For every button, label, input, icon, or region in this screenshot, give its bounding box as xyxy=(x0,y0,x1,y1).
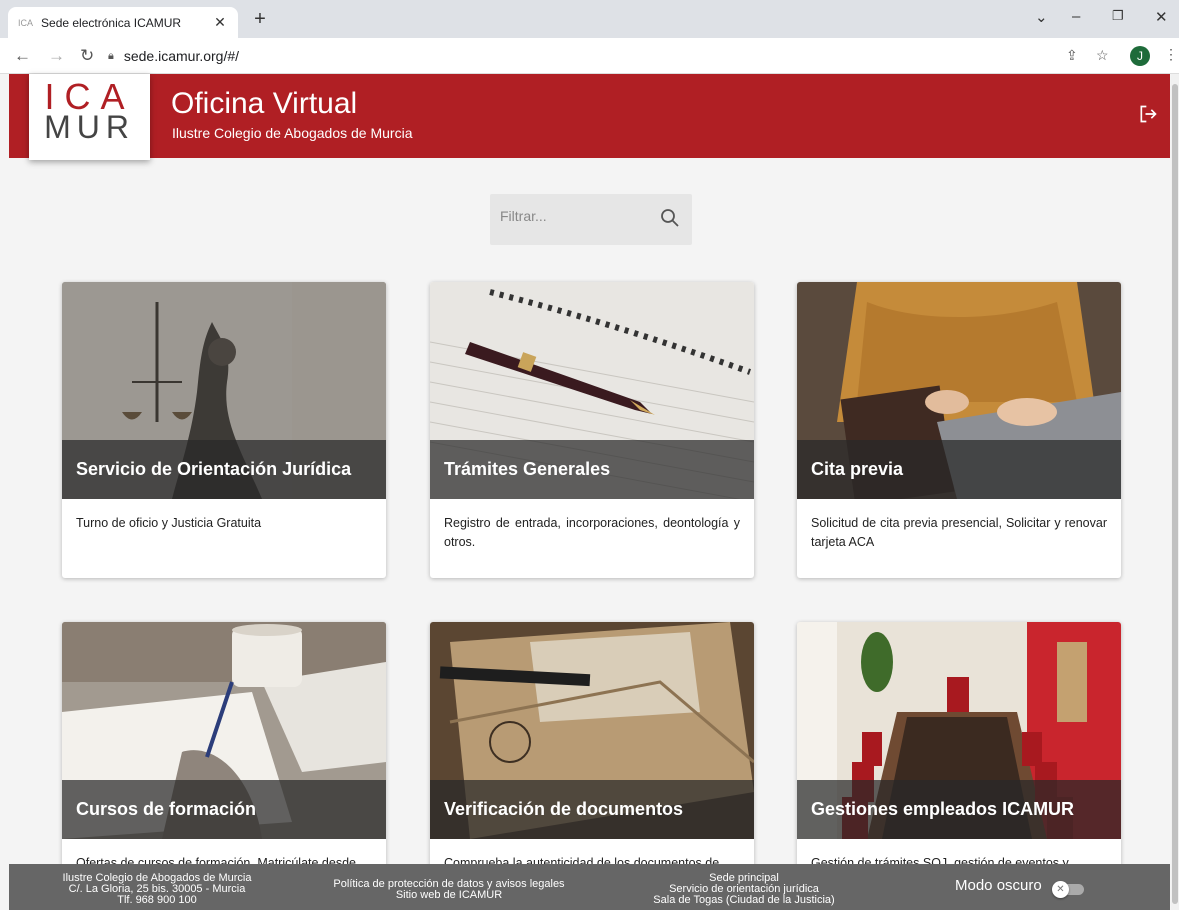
card-description: Solicitud de cita previa presencial, Sol… xyxy=(811,516,1107,549)
url-field[interactable]: 🔒︎ sede.icamur.org/#/ xyxy=(108,43,1118,69)
card-title: Servicio de Orientación Jurídica xyxy=(76,459,352,479)
browser-menu-icon[interactable]: ⋮ xyxy=(1164,46,1178,63)
dark-mode-label: Modo oscuro xyxy=(955,877,1042,894)
footer-locations: Sede principal Servicio de orientación j… xyxy=(629,873,859,906)
logout-icon[interactable] xyxy=(1138,104,1158,130)
page-title: Oficina Virtual xyxy=(171,87,358,120)
footer: Ilustre Colegio de Abogados de Murcia C/… xyxy=(9,864,1170,910)
footer-legal-links: Política de protección de datos y avisos… xyxy=(309,879,589,901)
restore-button[interactable]: ❐ xyxy=(1112,8,1124,24)
card-title: Gestiones empleados ICAMUR xyxy=(811,799,1075,819)
card-orientacion-juridica[interactable]: Servicio de Orientación Jurídica Turno d… xyxy=(62,282,386,578)
card-title: Verificación de documentos xyxy=(444,799,684,819)
search-icon[interactable] xyxy=(660,208,680,228)
reload-icon[interactable]: ↻ xyxy=(80,46,94,66)
minimize-button[interactable]: – xyxy=(1072,8,1080,25)
bookmark-star-icon[interactable]: ☆ xyxy=(1096,47,1109,64)
address-bar: ← → ↻ 🔒︎ sede.icamur.org/#/ ⇪ ☆ J ⋮ xyxy=(0,38,1179,74)
card-verificacion-documentos[interactable]: Verificación de documentos Comprueba la … xyxy=(430,622,754,872)
close-window-button[interactable]: ✕ xyxy=(1155,8,1168,26)
back-icon[interactable]: ← xyxy=(14,46,31,66)
page-scrollbar[interactable] xyxy=(1171,74,1179,910)
close-tab-icon[interactable]: ✕ xyxy=(212,14,228,31)
card-title: Cita previa xyxy=(811,459,904,479)
card-gestiones-empleados[interactable]: Gestiones empleados ICAMUR Gestión de tr… xyxy=(797,622,1121,872)
share-icon[interactable]: ⇪ xyxy=(1066,47,1078,64)
browser-tab[interactable]: ICA Sede electrónica ICAMUR ✕ xyxy=(8,7,238,38)
dark-mode-toggle[interactable]: ✕ xyxy=(1052,881,1084,898)
url-text: sede.icamur.org/#/ xyxy=(123,48,240,64)
tab-title: Sede electrónica ICAMUR xyxy=(41,15,182,30)
card-description: Registro de entrada, incorporaciones, de… xyxy=(444,516,740,549)
logo-bottom-text: MUR xyxy=(44,109,135,145)
page-subtitle: Ilustre Colegio de Abogados de Murcia xyxy=(172,125,413,141)
filter-input[interactable] xyxy=(500,208,650,224)
card-cursos-formacion[interactable]: Cursos de formación Ofertas de cursos de… xyxy=(62,622,386,872)
card-description: Turno de oficio y Justicia Gratuita xyxy=(76,516,262,530)
icamur-website-link[interactable]: Sitio web de ICAMUR xyxy=(309,890,589,901)
footer-address: Ilustre Colegio de Abogados de Murcia C/… xyxy=(37,873,277,906)
footer-phone: Tlf. 968 900 100 xyxy=(117,894,197,906)
lock-icon: 🔒︎ xyxy=(108,49,114,62)
forward-icon[interactable]: → xyxy=(48,46,65,66)
toggle-off-icon: ✕ xyxy=(1052,881,1069,898)
tab-search-icon[interactable]: ⌄ xyxy=(1035,8,1048,26)
profile-avatar[interactable]: J xyxy=(1130,46,1150,66)
location-sala-togas-link[interactable]: Sala de Togas (Ciudad de la Justicia) xyxy=(629,895,859,906)
new-tab-button[interactable]: + xyxy=(248,8,272,31)
card-cita-previa[interactable]: Cita previa Solicitud de cita previa pre… xyxy=(797,282,1121,578)
card-title: Cursos de formación xyxy=(76,799,257,819)
browser-tab-bar: ICA Sede electrónica ICAMUR ✕ + ⌄ – ❐ ✕ xyxy=(0,0,1179,38)
favicon-icon: ICA xyxy=(18,17,34,28)
card-title: Trámites Generales xyxy=(444,459,611,479)
logo-top-text: ICA xyxy=(44,76,135,117)
icamur-logo[interactable]: ICA MUR xyxy=(29,74,150,160)
card-tramites-generales[interactable]: Trámites Generales Registro de entrada, … xyxy=(430,282,754,578)
